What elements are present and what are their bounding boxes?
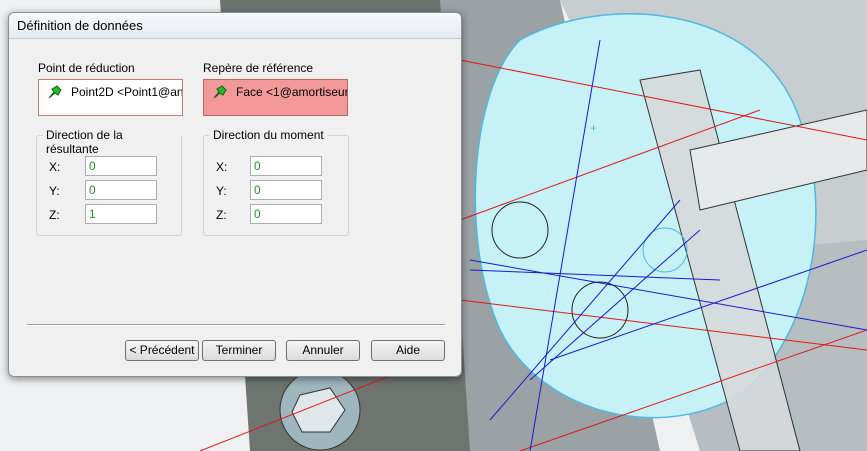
- data-definition-dialog: Définition de données Point de réduction…: [8, 12, 462, 377]
- reduction-point-value: Point2D <Point1@an...: [71, 85, 183, 99]
- resultant-direction-group: Direction de la résultante X: 0 Y: 0 Z: …: [36, 128, 182, 236]
- moment-y-input[interactable]: 0: [250, 180, 322, 200]
- reduction-point-label: Point de réduction: [38, 61, 135, 75]
- finish-button[interactable]: Terminer: [202, 340, 276, 361]
- moment-x-input[interactable]: 0: [250, 156, 322, 176]
- dialog-separator: [27, 324, 445, 326]
- cad-origin-marker: +: [590, 121, 597, 135]
- moment-y-label: Y:: [216, 184, 227, 198]
- green-pin-icon: [212, 84, 228, 103]
- resultant-x-input[interactable]: 0: [85, 156, 157, 176]
- resultant-y-input[interactable]: 0: [85, 180, 157, 200]
- reference-frame-label: Repère de référence: [203, 61, 314, 75]
- moment-x-label: X:: [216, 160, 228, 174]
- cancel-button[interactable]: Annuler: [286, 340, 360, 361]
- moment-direction-group: Direction du moment X: 0 Y: 0 Z: 0: [203, 128, 349, 236]
- moment-z-input[interactable]: 0: [250, 204, 322, 224]
- help-button[interactable]: Aide: [371, 340, 445, 361]
- resultant-direction-title: Direction de la résultante: [43, 128, 181, 156]
- moment-direction-title: Direction du moment: [210, 128, 327, 142]
- green-pin-icon: [47, 84, 63, 103]
- resultant-x-label: X:: [49, 160, 61, 174]
- previous-button[interactable]: < Précédent: [125, 340, 199, 361]
- resultant-y-label: Y:: [49, 184, 60, 198]
- moment-z-label: Z:: [216, 208, 227, 222]
- resultant-z-label: Z:: [49, 208, 60, 222]
- dialog-titlebar[interactable]: Définition de données: [9, 13, 461, 39]
- dialog-title: Définition de données: [17, 18, 143, 33]
- reference-frame-value: Face <1@amortiseur ...: [236, 85, 348, 99]
- reduction-point-field[interactable]: Point2D <Point1@an...: [38, 79, 183, 116]
- resultant-z-input[interactable]: 1: [85, 204, 157, 224]
- reference-frame-field[interactable]: Face <1@amortiseur ...: [203, 79, 348, 116]
